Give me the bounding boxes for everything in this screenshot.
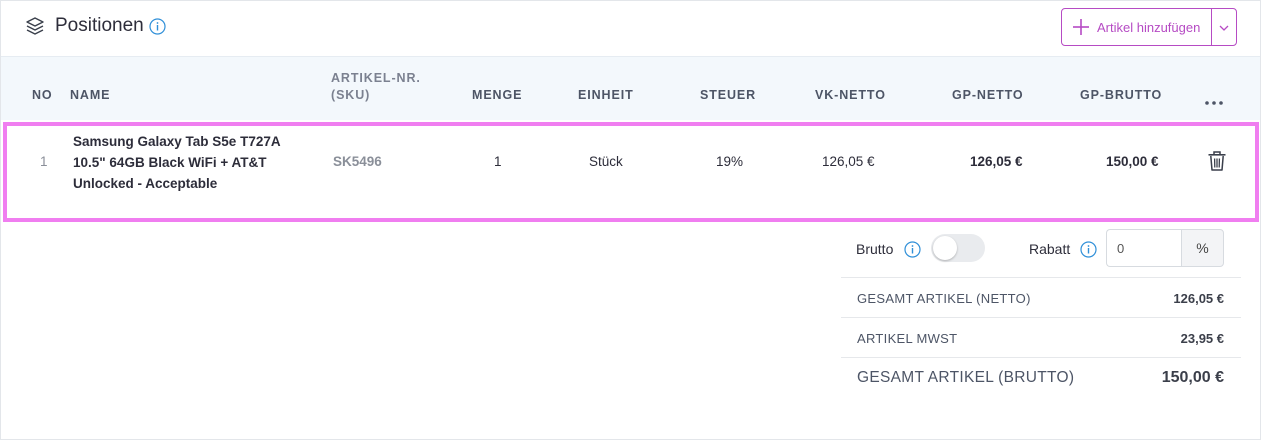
page-title: Positionen [55,15,144,36]
info-icon[interactable] [149,18,166,35]
column-no: NO [32,88,53,102]
brutto-info-icon[interactable] [904,241,921,258]
toggle-knob [933,236,957,260]
column-menge: MENGE [472,88,523,102]
add-article-label: Artikel hinzufügen [1097,19,1201,35]
rabatt-info-icon[interactable] [1080,241,1097,258]
row-name-line1: Samsung Galaxy Tab S5e T727A [73,134,281,149]
more-options-icon[interactable] [1203,93,1225,105]
row-sku: SK5496 [333,154,382,169]
column-einheit: EINHEIT [578,88,634,102]
brutto-toggle[interactable] [931,234,985,262]
column-vk-netto: VK-NETTO [815,88,886,102]
brutto-label: Brutto [856,241,894,257]
trash-icon[interactable] [1207,150,1227,172]
panel-header: Positionen Artikel hinzufügen [1,1,1260,56]
row-gp-brutto: 150,00 € [1106,154,1159,169]
column-gp-brutto: GP-BRUTTO [1080,88,1163,102]
mwst-value: 23,95 € [1180,331,1224,346]
chevron-down-icon [1219,18,1229,36]
row-menge: 1 [494,154,502,169]
options-row: Brutto Rabatt % [841,225,1241,277]
row-vk-netto: 126,05 € [822,154,875,169]
add-article-dropdown-toggle[interactable] [1211,9,1236,45]
mwst-row: ARTIKEL MWST 23,95 € [841,317,1241,357]
rabatt-label: Rabatt [1029,241,1071,257]
row-name-line2: 10.5" 64GB Black WiFi + AT&T [73,155,267,170]
column-sku: ARTIKEL-NR. (SKU) [331,70,421,104]
column-steuer: STEUER [700,88,757,102]
column-sku-line2: (SKU) [331,88,371,102]
row-no: 1 [40,154,48,169]
row-gp-netto: 126,05 € [970,154,1023,169]
table-header: NO NAME ARTIKEL-NR. (SKU) MENGE EINHEIT … [1,56,1260,120]
add-article-button-group: Artikel hinzufügen [1061,8,1237,46]
mwst-label: ARTIKEL MWST [857,331,958,346]
total-netto-label: GESAMT ARTIKEL (NETTO) [857,291,1031,306]
plus-icon [1072,18,1090,36]
rabatt-input[interactable] [1106,229,1182,267]
column-name: NAME [70,88,111,102]
row-steuer: 19% [716,154,744,169]
total-netto-row: GESAMT ARTIKEL (NETTO) 126,05 € [841,277,1241,317]
table-row[interactable]: 1 Samsung Galaxy Tab S5e T727A 10.5" 64G… [3,122,1259,222]
positions-panel: Positionen Artikel hinzufügen NO NAME AR… [0,0,1261,440]
row-einheit: Stück [589,154,623,169]
total-brutto-value: 150,00 € [1161,369,1224,386]
rabatt-unit-button[interactable]: % [1181,229,1224,267]
row-name-line3: Unlocked - Acceptable [73,176,218,191]
layers-icon [25,16,45,36]
row-name[interactable]: Samsung Galaxy Tab S5e T727A 10.5" 64GB … [73,131,313,194]
total-brutto-label: GESAMT ARTIKEL (BRUTTO) [857,369,1075,386]
total-netto-value: 126,05 € [1173,291,1224,306]
total-brutto-row: GESAMT ARTIKEL (BRUTTO) 150,00 € [841,357,1241,397]
column-gp-netto: GP-NETTO [952,88,1024,102]
add-article-button[interactable]: Artikel hinzufügen [1062,9,1211,45]
column-sku-line1: ARTIKEL-NR. [331,71,421,85]
